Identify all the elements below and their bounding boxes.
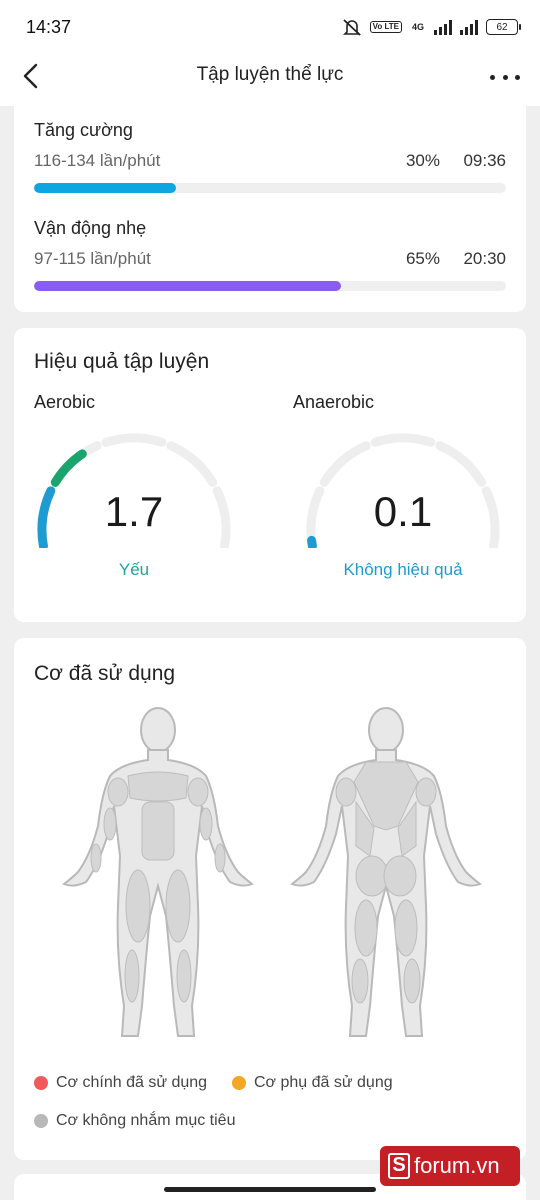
zone-range: 116-134 lần/phút xyxy=(34,151,161,170)
watermark-logo-letter: S xyxy=(388,1153,410,1179)
zone-progress-track xyxy=(34,183,506,193)
zone-range: 97-115 lần/phút xyxy=(34,249,151,268)
zone-name: Vận động nhẹ xyxy=(34,218,147,238)
legend-label: Cơ phụ đã sử dụng xyxy=(254,1074,393,1091)
gauge-segment-fill xyxy=(307,535,317,548)
legend-label: Cơ chính đã sử dụng xyxy=(56,1074,208,1091)
legend-label: Cơ không nhắm mục tiêu xyxy=(56,1112,236,1129)
anaerobic-value: 0.1 xyxy=(373,488,433,535)
battery-level: 62 xyxy=(496,21,508,33)
volte-icon: Vo LTE xyxy=(369,21,402,33)
zone-item: Tăng cường 116-134 lần/phút 30% 09:36 xyxy=(34,120,506,193)
gauge-segment-track xyxy=(435,441,487,487)
status-time: 14:37 xyxy=(26,17,72,37)
legend-primary: Cơ chính đã sử dụng xyxy=(34,1074,207,1092)
body-front-figure xyxy=(61,707,255,1037)
gauge-segment-track xyxy=(101,433,167,447)
gauge-segment-track xyxy=(166,441,218,487)
legend-dot-untargeted xyxy=(34,1114,48,1128)
watermark-text: forum.vn xyxy=(414,1153,500,1178)
zone-progress-track xyxy=(34,281,506,291)
heart-rate-zones-card: Tăng cường 116-134 lần/phút 30% 09:36 Vậ… xyxy=(14,104,526,312)
network-type: 4G xyxy=(411,22,424,32)
signal-icon-2 xyxy=(460,19,478,35)
legend-dot-primary xyxy=(34,1076,48,1090)
aerobic-value: 1.7 xyxy=(104,488,164,535)
battery-icon: 62 xyxy=(486,19,521,35)
anaerobic-label: Anaerobic xyxy=(293,392,375,412)
anaerobic-status: Không hiệu quả xyxy=(343,560,463,579)
zone-name: Tăng cường xyxy=(34,120,133,140)
gauge-segment-fill xyxy=(50,449,87,487)
zone-percent: 30% xyxy=(405,151,440,170)
signal-icon xyxy=(434,19,452,35)
zone-item: Vận động nhẹ 97-115 lần/phút 65% 20:30 xyxy=(34,218,506,291)
body-back-figure xyxy=(289,707,483,1037)
more-horizontal-icon[interactable] xyxy=(490,62,520,92)
status-bar: 14:37 Vo LTE 4G 62 xyxy=(0,0,540,56)
aerobic-label: Aerobic xyxy=(34,392,96,412)
muscles-title: Cơ đã sử dụng xyxy=(34,662,176,685)
zone-progress-fill xyxy=(34,281,341,291)
legend-dot-secondary xyxy=(232,1076,246,1090)
aerobic-status: Yếu xyxy=(118,560,150,579)
gauge-segment-track xyxy=(370,433,436,447)
watermark-logo: S forum.vn xyxy=(380,1146,520,1186)
gauge-segment-track xyxy=(319,441,371,487)
muscles-used-card: Cơ đã sử dụng Cơ chính đã sử dụng Cơ phụ… xyxy=(14,638,526,1160)
mute-icon xyxy=(342,19,361,36)
zone-time: 20:30 xyxy=(463,249,506,268)
zone-progress-fill xyxy=(34,183,176,193)
status-icons: Vo LTE 4G 62 xyxy=(342,16,521,38)
home-indicator[interactable] xyxy=(164,1187,376,1192)
app-bar: Tập luyện thể lực xyxy=(0,56,540,106)
legend-untargeted: Cơ không nhắm mục tiêu xyxy=(34,1112,235,1130)
page-title: Tập luyện thể lực xyxy=(196,64,344,85)
training-effect-title: Hiệu quả tập luyện xyxy=(34,350,210,373)
legend-secondary: Cơ phụ đã sử dụng xyxy=(232,1074,393,1092)
zone-percent: 65% xyxy=(405,249,440,268)
training-effect-card[interactable]: Hiệu quả tập luyện Aerobic 1.7 Yếu Anaer… xyxy=(14,328,526,622)
zone-time: 09:36 xyxy=(463,151,506,170)
